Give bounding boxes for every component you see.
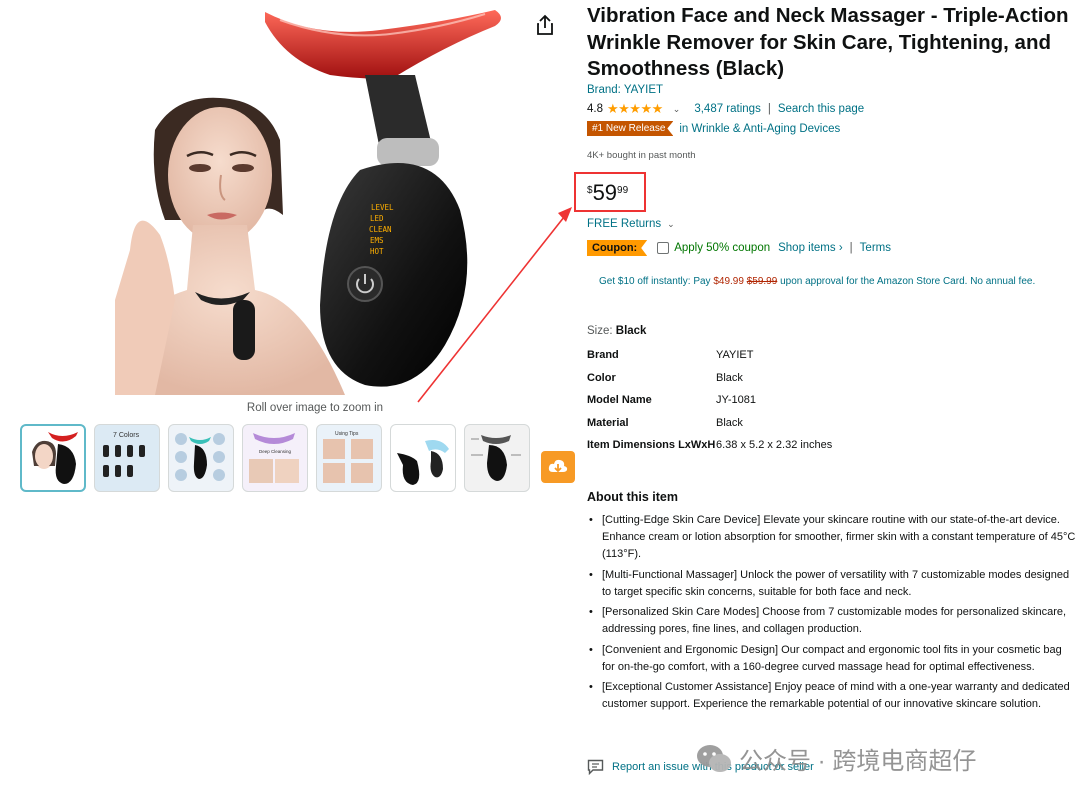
wechat-logo-icon — [697, 744, 731, 772]
watermark-text: 公众号 · 跨境电商超仔 — [739, 748, 977, 775]
annotation-arrow — [417, 207, 572, 403]
watermark: 公众号 · 跨境电商超仔 — [695, 741, 976, 776]
